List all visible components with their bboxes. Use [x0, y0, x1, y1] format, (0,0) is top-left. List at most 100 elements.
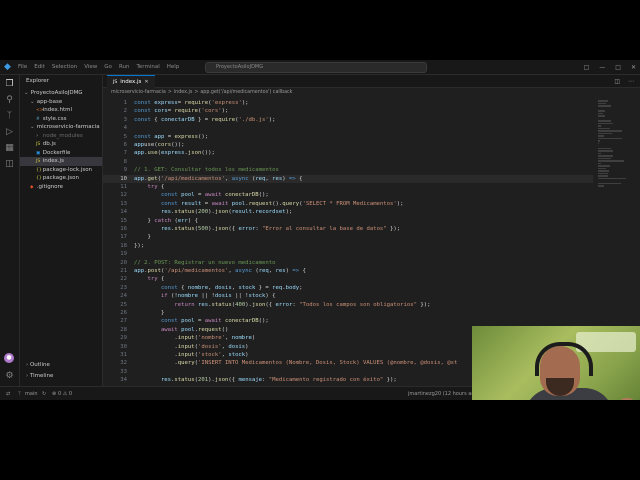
run-debug-icon[interactable]: ▷ — [4, 127, 15, 138]
menu-item-view[interactable]: View — [84, 60, 97, 74]
extensions-icon[interactable]: ▦ — [4, 143, 15, 154]
close-icon[interactable]: ✕ — [144, 79, 148, 85]
code-line[interactable]: 4 — [103, 124, 593, 132]
code-line[interactable]: 15 } catch (err) { — [103, 217, 593, 225]
branch-name[interactable]: main — [25, 387, 38, 400]
tree-item[interactable]: › node_modules — [20, 132, 102, 141]
breadcrumb-item[interactable]: index.js — [174, 89, 192, 97]
tree-item-label: db.js — [41, 141, 56, 147]
breadcrumb: microservicio-farmacia > index.js > app.get(… — [111, 89, 292, 97]
line-number: 26 — [120, 310, 127, 316]
git-blame[interactable]: jmartinezg20 (12 hours ago) — [408, 387, 480, 400]
code-line[interactable]: 11 try { — [103, 183, 593, 191]
menu-item-help[interactable]: Help — [167, 60, 180, 74]
tree-item[interactable]: {} package-lock.json — [20, 166, 102, 175]
menu-item-file[interactable]: File — [18, 60, 27, 74]
tree-item[interactable]: {} package.json — [20, 174, 102, 183]
minimap-line — [598, 125, 601, 127]
tree-item[interactable]: JS index.js — [20, 157, 102, 166]
code-line[interactable]: 8 — [103, 158, 593, 166]
code-line[interactable]: 20 // 2. POST: Registrar un nuevo medicam… — [103, 259, 593, 267]
remote-explorer-icon[interactable]: ◫ — [4, 159, 15, 170]
sync-icon[interactable]: ↻ — [42, 387, 46, 400]
minimize-icon[interactable]: — — [599, 64, 605, 71]
code-text: const app = express(); — [134, 133, 209, 140]
line-number: 19 — [120, 251, 127, 258]
breadcrumb-item[interactable]: app.get('/api/medicamentos') callback — [200, 89, 292, 97]
code-line[interactable]: 25 return res.status(400).json({ error: … — [103, 301, 593, 309]
source-control-icon[interactable]: ᛉ — [4, 111, 15, 122]
tree-item[interactable]: JS db.js — [20, 140, 102, 149]
tree-item[interactable]: <> index.html — [20, 106, 102, 115]
code-line[interactable]: 14 res.status(200).json(result.recordset… — [103, 208, 593, 216]
timeline-section[interactable]: › Timeline — [26, 373, 53, 379]
code-text: res.status(200).json(result.recordset); — [134, 209, 293, 216]
code-line[interactable]: 18}); — [103, 242, 593, 250]
tree-item[interactable]: ⌄ ProyectoAsiloJDMG — [20, 89, 102, 98]
command-center-search[interactable]: ProyectoAsiloJDMG — [205, 62, 427, 73]
outline-label: Outline — [29, 362, 50, 368]
breadcrumb-item[interactable]: microservicio-farmacia — [111, 89, 166, 97]
tree-item[interactable]: ▣ Dockerfile — [20, 149, 102, 158]
problems-count[interactable]: 0 ⚠ 0 — [58, 387, 72, 400]
code-line[interactable]: 27 const pool = await conectarDB(); — [103, 317, 593, 325]
minimap-line — [598, 175, 609, 177]
code-line[interactable]: 21 app.post('/api/medicamentos', async (r… — [103, 267, 593, 275]
code-line[interactable]: 22 try { — [103, 275, 593, 283]
tree-item[interactable]: # style.css — [20, 115, 102, 124]
code-line[interactable]: 3 const { conectarDB } = require('./db.js… — [103, 116, 593, 124]
close-icon[interactable]: ✕ — [631, 64, 636, 71]
menu-bar: File Edit Selection View Go Run Terminal Help — [18, 60, 179, 74]
layout-icon[interactable]: □ — [584, 64, 590, 71]
code-line[interactable]: 19 — [103, 250, 593, 258]
code-line[interactable]: 24 if (!nombre || !dosis || !stock) { — [103, 292, 593, 300]
code-line[interactable]: 6 appuse(cors()); — [103, 141, 593, 149]
search-icon[interactable]: ⚲ — [4, 95, 15, 106]
code-text: if (!nombre || !dosis || !stock) { — [134, 293, 276, 300]
more-actions-icon[interactable]: ⋯ — [628, 78, 634, 85]
minimap-line — [598, 122, 613, 124]
tree-item-label: index.js — [41, 158, 64, 164]
code-line[interactable]: 13 const result = await pool.request().q… — [103, 200, 593, 208]
code-line[interactable]: 2 const cors= require('cors'); — [103, 107, 593, 115]
code-line[interactable]: 10 app.get('/api/medicamentos', async (re… — [103, 174, 593, 183]
tree-item[interactable]: ⌄ microservicio-farmacia — [20, 123, 102, 132]
error-icon: ⊗ — [52, 391, 57, 397]
menu-item-selection[interactable]: Selection — [52, 60, 77, 74]
code-line[interactable]: 17 } — [103, 233, 593, 241]
account-avatar[interactable]: ● — [4, 353, 14, 363]
menu-item-edit[interactable]: Edit — [34, 60, 45, 74]
timeline-label: Timeline — [29, 373, 54, 379]
code-line[interactable]: 9 // 1. GET: Consultar todos los medicame… — [103, 166, 593, 174]
menu-item-terminal[interactable]: Terminal — [136, 60, 159, 74]
code-line[interactable]: 23 const { nombre, dosis, stock } = req.… — [103, 284, 593, 292]
outline-section[interactable]: › Outline — [26, 362, 50, 368]
code-line[interactable]: 7 app.use(express.json()); — [103, 149, 593, 157]
explorer-header: Explorer — [26, 78, 49, 84]
headset-icon — [535, 342, 593, 376]
tree-item[interactable]: ⌄ app-base — [20, 98, 102, 107]
tree-item[interactable]: ◆ .gitignore — [20, 183, 102, 192]
titlebar: ◆ File Edit Selection View Go Run Terminal Help… — [0, 60, 640, 75]
remote-icon[interactable]: ⇄ — [6, 387, 10, 400]
gear-icon[interactable]: ⚙ — [4, 371, 15, 382]
code-line[interactable]: 16 res.status(500).json({ error: "Error … — [103, 225, 593, 233]
code-line[interactable]: 12 const pool = await conectarDB(); — [103, 191, 593, 199]
menu-item-go[interactable]: Go — [104, 60, 112, 74]
code-line[interactable]: 26 } — [103, 309, 593, 317]
explorer-sidebar: Explorer ⌄ ProyectoAsiloJDMG ⌄ app-base <>… — [20, 75, 103, 386]
tab-index-js[interactable]: JS index.js ✕ — [107, 75, 155, 88]
editor-tabs: JS index.js ✕ ◫ ⋯ — [103, 75, 640, 88]
code-line[interactable]: 5 const app = express(); — [103, 133, 593, 141]
menu-item-run[interactable]: Run — [119, 60, 130, 74]
minimap-line — [598, 115, 606, 117]
code-text: } — [134, 310, 165, 316]
line-number: 6 — [123, 142, 127, 148]
code-line[interactable]: 1 const express= require('express'); — [103, 99, 593, 107]
split-editor-icon[interactable]: ◫ — [614, 78, 620, 85]
line-number: 23 — [120, 284, 127, 291]
maximize-icon[interactable]: □ — [615, 64, 621, 71]
explorer-icon[interactable]: ❐ — [4, 79, 15, 90]
tree-item-label: package.json — [41, 175, 79, 181]
minimap[interactable] — [598, 99, 626, 187]
